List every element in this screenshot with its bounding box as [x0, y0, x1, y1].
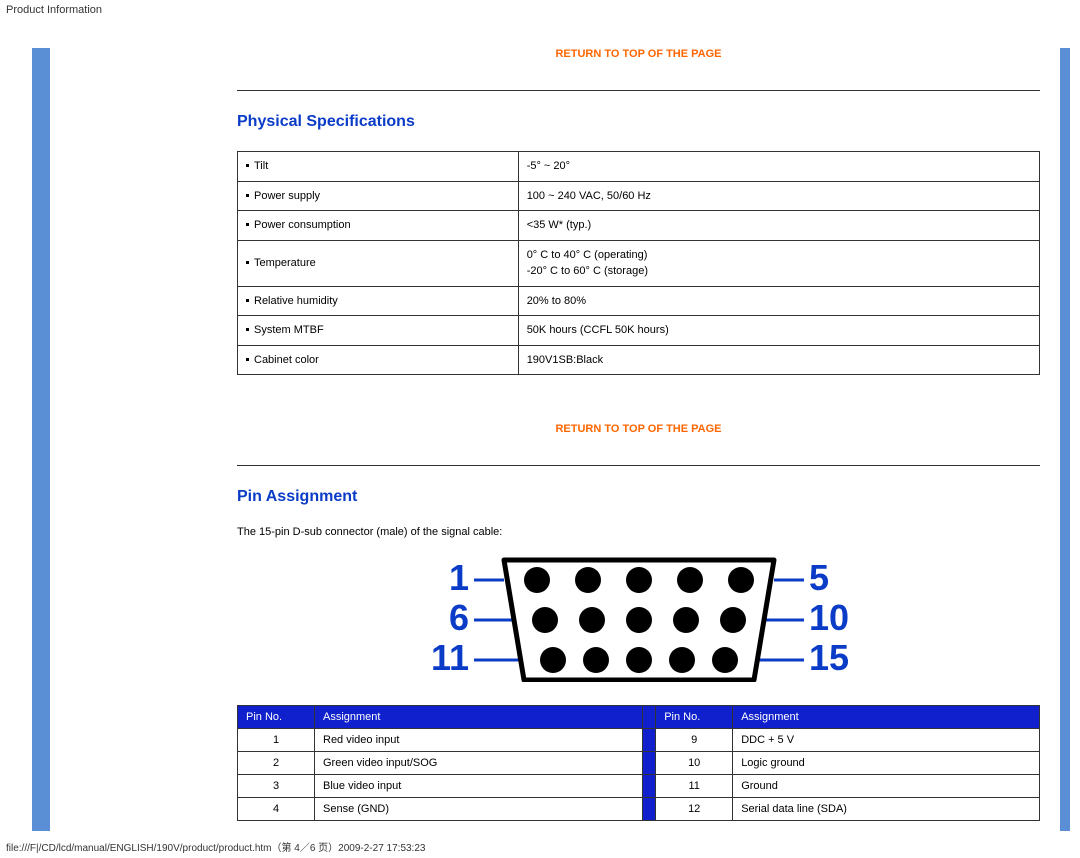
page-footer: file:///F|/CD/lcd/manual/ENGLISH/190V/pr…: [0, 831, 1080, 858]
pin-assign: Red video input: [315, 729, 643, 752]
label-pin-5: 5: [809, 557, 829, 598]
label-pin-15: 15: [809, 637, 849, 678]
table-row: 4Sense (GND) 12Serial data line (SDA): [238, 798, 1040, 821]
spec-label-text: Power consumption: [254, 219, 351, 231]
spec-label-text: Tilt: [254, 160, 268, 172]
pin-assign: Ground: [733, 775, 1040, 798]
table-divider: [643, 798, 656, 821]
spec-label-text: Cabinet color: [254, 354, 319, 366]
table-row: Tilt -5° ~ 20°: [238, 152, 1040, 182]
spec-label: Power supply: [238, 181, 519, 211]
label-pin-11: 11: [430, 637, 468, 678]
return-top-link-2[interactable]: RETURN TO TOP OF THE PAGE: [237, 423, 1040, 435]
content-area: RETURN TO TOP OF THE PAGE Physical Speci…: [237, 48, 1040, 831]
table-row: Temperature 0° C to 40° C (operating) -20…: [238, 240, 1040, 286]
pin-assign: Logic ground: [733, 752, 1040, 775]
pin-intro-text: The 15-pin D-sub connector (male) of the…: [237, 526, 1040, 538]
label-pin-10: 10: [809, 597, 849, 638]
table-row: Relative humidity 20% to 80%: [238, 286, 1040, 316]
pin-no: 3: [238, 775, 315, 798]
pin-assign: Blue video input: [315, 775, 643, 798]
table-divider: [643, 775, 656, 798]
spec-value: 0° C to 40° C (operating) -20° C to 60° …: [518, 240, 1039, 286]
pin-no: 2: [238, 752, 315, 775]
divider: [237, 90, 1040, 91]
pin-assign: Green video input/SOG: [315, 752, 643, 775]
pin-assignment-heading: Pin Assignment: [237, 488, 1040, 506]
col-assign-left: Assignment: [315, 706, 643, 729]
table-row: 2Green video input/SOG 10Logic ground: [238, 752, 1040, 775]
table-row: 1Red video input 9DDC + 5 V: [238, 729, 1040, 752]
label-pin-6: 6: [448, 597, 468, 638]
dsub-connector-icon: 1 6 11 5 10 15: [414, 552, 864, 682]
table-divider: [643, 729, 656, 752]
table-row: 3Blue video input 11Ground: [238, 775, 1040, 798]
spec-label: Temperature: [238, 240, 519, 286]
spec-value: 20% to 80%: [518, 286, 1039, 316]
pin-no: 1: [238, 729, 315, 752]
col-assign-right: Assignment: [733, 706, 1040, 729]
pin-assign: DDC + 5 V: [733, 729, 1040, 752]
spec-label-text: Temperature: [254, 257, 316, 269]
spec-value: 100 ~ 240 VAC, 50/60 Hz: [518, 181, 1039, 211]
bullet-icon: [246, 261, 249, 264]
return-top-link-1[interactable]: RETURN TO TOP OF THE PAGE: [237, 48, 1040, 60]
spec-label: Tilt: [238, 152, 519, 182]
pin-no: 11: [656, 775, 733, 798]
bullet-icon: [246, 358, 249, 361]
physical-spec-table: Tilt -5° ~ 20° Power supply 100 ~ 240 VAC, …: [237, 151, 1040, 375]
label-pin-1: 1: [448, 557, 468, 598]
bullet-icon: [246, 194, 249, 197]
spec-label-text: System MTBF: [254, 324, 324, 336]
spec-label: Relative humidity: [238, 286, 519, 316]
spec-value: 190V1SB:Black: [518, 345, 1039, 375]
bullet-icon: [246, 328, 249, 331]
table-divider: [643, 752, 656, 775]
left-stripe: [32, 48, 50, 831]
spec-value: <35 W* (typ.): [518, 211, 1039, 241]
table-row: Power supply 100 ~ 240 VAC, 50/60 Hz: [238, 181, 1040, 211]
bullet-icon: [246, 299, 249, 302]
physical-spec-heading: Physical Specifications: [237, 113, 1040, 131]
spec-label: Power consumption: [238, 211, 519, 241]
page-header: Product Information: [0, 0, 1080, 20]
table-divider-head: [643, 706, 656, 729]
pin-no: 12: [656, 798, 733, 821]
table-row: Power consumption <35 W* (typ.): [238, 211, 1040, 241]
col-pinno-left: Pin No.: [238, 706, 315, 729]
spec-label: System MTBF: [238, 316, 519, 346]
spec-label-text: Relative humidity: [254, 295, 338, 307]
col-pinno-right: Pin No.: [656, 706, 733, 729]
pin-assign: Serial data line (SDA): [733, 798, 1040, 821]
spec-value: -5° ~ 20°: [518, 152, 1039, 182]
divider: [237, 465, 1040, 466]
bullet-icon: [246, 164, 249, 167]
right-stripe: [1060, 48, 1070, 831]
pin-assign: Sense (GND): [315, 798, 643, 821]
pin-no: 4: [238, 798, 315, 821]
bullet-icon: [246, 223, 249, 226]
spec-label: Cabinet color: [238, 345, 519, 375]
pin-no: 10: [656, 752, 733, 775]
connector-diagram: 1 6 11 5 10 15: [237, 552, 1040, 685]
spec-label-text: Power supply: [254, 190, 320, 202]
spec-value: 50K hours (CCFL 50K hours): [518, 316, 1039, 346]
table-row: Cabinet color 190V1SB:Black: [238, 345, 1040, 375]
pin-assignment-table: Pin No. Assignment Pin No. Assignment 1R…: [237, 705, 1040, 821]
table-row: System MTBF 50K hours (CCFL 50K hours): [238, 316, 1040, 346]
pin-no: 9: [656, 729, 733, 752]
page-body: RETURN TO TOP OF THE PAGE Physical Speci…: [32, 48, 1070, 831]
